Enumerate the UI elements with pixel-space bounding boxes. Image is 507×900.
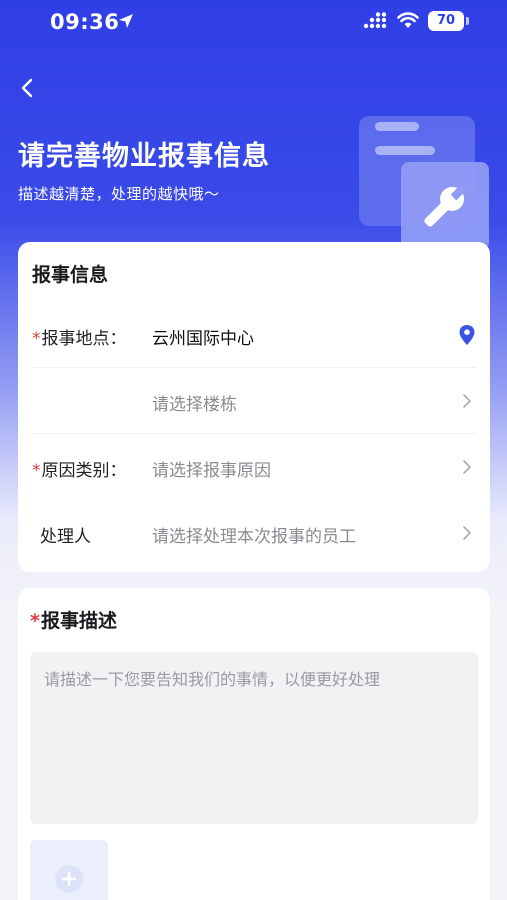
repair-document-illustration: [359, 116, 489, 250]
handler-label: 处理人: [40, 527, 91, 547]
status-bar: 09:36 70: [0, 0, 507, 46]
page-title: 请完善物业报事信息: [18, 141, 270, 172]
chevron-right-icon: [463, 394, 472, 408]
row-location[interactable]: *报事地点： 云州国际中心: [18, 302, 490, 368]
building-select-value: 请选择楼栋: [152, 395, 237, 415]
add-circle-icon: [55, 865, 83, 893]
report-info-title: 报事信息: [32, 264, 109, 286]
handler-select-value: 请选择处理本次报事的员工: [152, 527, 356, 547]
upload-image-button[interactable]: [30, 840, 108, 900]
description-textarea[interactable]: [30, 652, 478, 824]
cellular-signal-icon: [363, 12, 387, 29]
row-reason-category[interactable]: *原因类别： 请选择报事原因: [18, 434, 490, 500]
chevron-right-icon: [463, 526, 472, 540]
row-handler[interactable]: 处理人 请选择处理本次报事的员工: [18, 500, 490, 566]
battery-indicator: 70: [428, 11, 464, 31]
location-label: *报事地点：: [32, 329, 127, 349]
row-building-select[interactable]: 请选择楼栋: [18, 368, 490, 434]
battery-cap: [466, 17, 469, 25]
chevron-right-icon: [463, 460, 472, 474]
description-title: *报事描述: [30, 610, 117, 632]
required-mark: *: [32, 461, 41, 481]
location-arrow-icon: [119, 14, 133, 28]
required-mark: *: [30, 610, 40, 632]
reason-label: *原因类别：: [32, 461, 127, 481]
report-info-card: 报事信息 *报事地点： 云州国际中心 请选择楼栋 *原因类别： 请选择报事原因 …: [18, 242, 490, 572]
report-description-card: *报事描述: [18, 588, 490, 900]
required-mark: *: [32, 329, 41, 349]
page-subtitle: 描述越清楚，处理的越快哦～: [18, 185, 220, 203]
location-pin-icon[interactable]: [458, 324, 476, 346]
status-time: 09:36: [50, 10, 120, 34]
wifi-icon: [397, 12, 419, 28]
back-button[interactable]: [14, 74, 42, 102]
location-value: 云州国际中心: [152, 329, 254, 349]
reason-select-value: 请选择报事原因: [152, 461, 271, 481]
